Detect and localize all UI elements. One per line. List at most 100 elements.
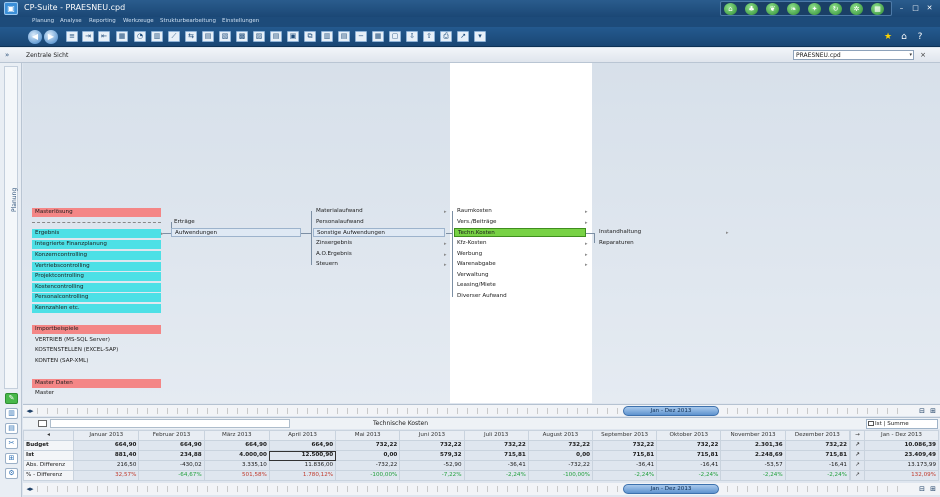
expand-arrow-icon[interactable]: ▸ bbox=[585, 262, 588, 268]
month-header[interactable]: Oktober 2013 bbox=[656, 430, 722, 441]
expand-arrow-icon[interactable]: ▸ bbox=[585, 209, 588, 215]
tree-item-ertraege[interactable]: Erträge bbox=[171, 218, 301, 227]
chart-report-icon[interactable]: ▧ bbox=[219, 31, 231, 42]
cell[interactable]: 0,00 bbox=[527, 450, 593, 461]
sum-arrow-icon[interactable]: → bbox=[850, 430, 865, 441]
tree-item-vertrieb[interactable]: VERTRIEB (MS-SQL Server) bbox=[32, 336, 161, 345]
tree-item-diverser-aufwand[interactable]: Diverser Aufwand bbox=[454, 292, 584, 301]
layout-icon[interactable]: ▣ bbox=[287, 31, 299, 42]
columns-icon[interactable]: ▥ bbox=[321, 31, 333, 42]
tree-item-projektcontrolling[interactable]: Projektcontrolling bbox=[32, 272, 161, 281]
book-icon[interactable]: ▦ bbox=[871, 3, 884, 15]
export-icon[interactable]: ⇧ bbox=[423, 31, 435, 42]
arrows-icon[interactable]: ✦ bbox=[808, 3, 821, 15]
month-header[interactable]: Dezember 2013 bbox=[784, 430, 851, 441]
minus-icon[interactable]: − bbox=[355, 31, 367, 42]
cell[interactable]: 579,32 bbox=[399, 450, 465, 461]
trend-arrow-icon[interactable]: ↗ bbox=[850, 470, 865, 481]
indent-icon[interactable]: ⇥ bbox=[82, 31, 94, 42]
tree-item-personalcontrolling[interactable]: Personalcontrolling bbox=[32, 293, 161, 302]
app-logo-icon[interactable]: ▣ bbox=[4, 2, 18, 15]
month-header[interactable]: Juli 2013 bbox=[463, 430, 529, 441]
cell[interactable]: 715,81 bbox=[784, 450, 851, 461]
tree-item-techn-kosten[interactable]: Techn.Kosten bbox=[454, 228, 586, 237]
analysis-module-icon[interactable]: ▥ bbox=[5, 408, 18, 419]
tree-item-kostenstellen[interactable]: KOSTENSTELLEN (EXCEL-SAP) bbox=[32, 346, 161, 355]
tree-item-konzerncontrolling[interactable]: Konzerncontrolling bbox=[32, 251, 161, 260]
expand-arrow-icon[interactable]: ▸ bbox=[444, 262, 447, 268]
menu-analyse[interactable]: Analyse bbox=[60, 18, 82, 24]
print-icon[interactable]: ⎙ bbox=[440, 31, 452, 42]
tools-module-icon[interactable]: ✂ bbox=[5, 438, 18, 449]
timeline-scale[interactable] bbox=[37, 408, 907, 414]
expand-arrow-icon[interactable]: ▸ bbox=[585, 252, 588, 258]
tree-item-verwaltung[interactable]: Verwaltung bbox=[454, 271, 584, 280]
pie-chart-icon[interactable]: ◔ bbox=[134, 31, 146, 42]
outdent-icon[interactable]: ⇤ bbox=[98, 31, 110, 42]
cell[interactable]: 732,22 bbox=[591, 440, 658, 451]
cell[interactable]: 732,22 bbox=[335, 440, 401, 451]
tree-item-master[interactable]: Master bbox=[32, 389, 161, 398]
timeline-prev-icon[interactable]: ◂▸ bbox=[25, 484, 35, 494]
tree-item-sonstige-aufwendungen[interactable]: Sonstige Aufwendungen bbox=[313, 228, 445, 237]
timeline-scale[interactable] bbox=[37, 486, 907, 492]
group-masterloesung[interactable]: Masterlösung bbox=[32, 208, 161, 217]
menu-planung[interactable]: Planung bbox=[32, 18, 54, 24]
planning-module-icon[interactable]: ✎ bbox=[5, 393, 18, 404]
bar-chart-icon[interactable]: ▥ bbox=[151, 31, 163, 42]
distribute-icon[interactable]: ⇆ bbox=[185, 31, 197, 42]
cell[interactable]: 732,22 bbox=[656, 440, 722, 451]
ist-summe-toggle[interactable]: Ist | Summe bbox=[866, 419, 938, 429]
grid-scroll-left[interactable]: ◂ bbox=[22, 430, 75, 441]
tree-item-reparaturen[interactable]: Reparaturen bbox=[596, 239, 726, 248]
report-module-icon[interactable]: ▤ bbox=[5, 423, 18, 434]
calc-icon[interactable]: ▦ bbox=[372, 31, 384, 42]
cell[interactable]: 664,90 bbox=[203, 440, 270, 451]
tree-item-instandhaltung[interactable]: Instandhaltung bbox=[596, 228, 726, 237]
cell[interactable]: 715,81 bbox=[463, 450, 529, 461]
menu-strukturbearbeitung[interactable]: Strukturbearbeitung bbox=[160, 18, 216, 24]
grid-table-icon[interactable] bbox=[38, 420, 47, 427]
tree-item-vers-beitraege[interactable]: Vers./Beiträge bbox=[454, 218, 584, 227]
timeline-expand-icon[interactable]: ⊞ bbox=[928, 406, 938, 416]
group-master-daten[interactable]: Master Daten bbox=[32, 379, 161, 388]
minimize-icon[interactable]: – bbox=[896, 3, 907, 13]
trend-arrow-icon[interactable]: ↗ bbox=[850, 440, 865, 451]
cell-selected[interactable]: 12.500,90 bbox=[268, 450, 337, 461]
home-2-icon[interactable]: ⌂ bbox=[898, 31, 910, 43]
cell[interactable]: 2.301,36 bbox=[720, 440, 786, 451]
back-arrow-icon[interactable]: ◀ bbox=[28, 30, 42, 44]
tree-item-finanzplanung[interactable]: Integrierte Finanzplanung bbox=[32, 240, 161, 249]
import-icon[interactable]: ⇩ bbox=[406, 31, 418, 42]
cell[interactable]: 715,81 bbox=[591, 450, 658, 461]
menu-werkzeuge[interactable]: Werkzeuge bbox=[123, 18, 154, 24]
planung-tab[interactable]: Planung bbox=[4, 66, 18, 389]
file-selector[interactable]: PRAESNEU.cpd ▾ bbox=[793, 50, 914, 60]
tree-item-kennzahlen[interactable]: Kennzahlen etc. bbox=[32, 304, 161, 313]
help-icon[interactable]: ? bbox=[914, 31, 926, 43]
timeline-range-handle[interactable]: Jan - Dez 2013 bbox=[623, 484, 719, 494]
month-header[interactable]: November 2013 bbox=[720, 430, 786, 441]
cell[interactable]: 732,22 bbox=[463, 440, 529, 451]
cell[interactable]: 664,90 bbox=[268, 440, 337, 451]
trend-arrow-icon[interactable]: ↗ bbox=[850, 450, 865, 461]
tree-item-personalaufwand[interactable]: Personalaufwand bbox=[313, 218, 445, 227]
tree-item-zinsergebnis[interactable]: Zinsergebnis bbox=[313, 239, 445, 248]
cell[interactable]: 664,90 bbox=[138, 440, 205, 451]
tree-item-leasing-miete[interactable]: Leasing/Miete bbox=[454, 281, 584, 290]
rows-icon[interactable]: ▤ bbox=[338, 31, 350, 42]
collapse-panel-icon[interactable]: » bbox=[5, 51, 9, 59]
cell[interactable]: 234,88 bbox=[138, 450, 205, 461]
forward-arrow-icon[interactable]: ▶ bbox=[44, 30, 58, 44]
settings-icon[interactable]: ✲ bbox=[850, 3, 863, 15]
tree-item-vertriebscontrolling[interactable]: Vertriebscontrolling bbox=[32, 262, 161, 271]
options-dropdown-icon[interactable]: ▾ bbox=[474, 31, 486, 42]
month-header[interactable]: März 2013 bbox=[203, 430, 270, 441]
sheet-icon[interactable]: ▤ bbox=[270, 31, 282, 42]
timeline-prev-icon[interactable]: ◂▸ bbox=[25, 406, 35, 416]
expand-arrow-icon[interactable]: ▸ bbox=[726, 230, 729, 236]
month-header[interactable]: Juni 2013 bbox=[399, 430, 465, 441]
month-header[interactable]: Januar 2013 bbox=[73, 430, 140, 441]
month-header[interactable]: August 2013 bbox=[527, 430, 593, 441]
tree-item-werbung[interactable]: Werbung bbox=[454, 250, 584, 259]
